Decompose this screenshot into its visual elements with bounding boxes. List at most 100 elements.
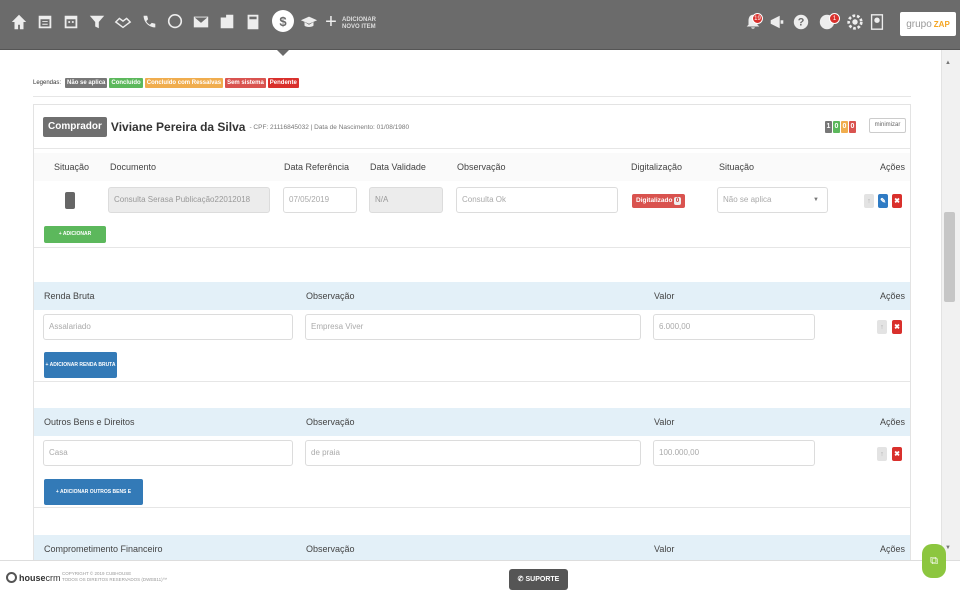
col-observacao: Observação [457, 162, 506, 172]
asset-observation-field[interactable]: de praia [305, 440, 641, 466]
handshake-icon[interactable] [112, 11, 134, 33]
scrollbar-track[interactable] [941, 50, 960, 560]
help-icon[interactable]: ? [790, 11, 812, 33]
reference-date-field[interactable]: 07/05/2019 [283, 187, 357, 213]
assets-divider [34, 507, 910, 508]
legend-pending: Pendente [267, 78, 299, 88]
scroll-up-arrow[interactable]: ▲ [945, 60, 951, 66]
company-logo: grupo ZAP [900, 12, 956, 36]
income-type-field[interactable]: Assalariado [43, 314, 293, 340]
finance-dollar-icon[interactable]: $ [272, 10, 294, 32]
graduation-cap-icon[interactable] [298, 11, 320, 33]
income-observation-field[interactable]: Empresa Viver [305, 314, 641, 340]
buyer-name: Viviane Pereira da Silva [110, 120, 246, 134]
megaphone-icon[interactable] [766, 11, 788, 33]
legend-label: Legendas: [33, 80, 62, 86]
status-legend: Legendas: Não se aplica Concluído Conclu… [33, 78, 299, 88]
legend-no-system: Sem sistema [225, 78, 266, 88]
asset-value-field[interactable]: 100.000,00 [653, 440, 815, 466]
col-situacao-select: Situação [719, 162, 755, 172]
documents-divider [34, 247, 910, 248]
col-observacao: Observação [306, 291, 355, 301]
top-navigation-bar: $ + ADICIONAR NOVO ITEM 19 ? 1 grupo ZAP [0, 0, 960, 56]
add-income-button[interactable]: + ADICIONAR RENDA BRUTA [44, 352, 117, 378]
gear-icon[interactable] [844, 11, 866, 33]
add-new-item-icon[interactable]: + [320, 11, 342, 33]
commitment-table-header: Comprometimento Financeiro Observação Va… [34, 535, 910, 563]
housecrm-logo: house crm [6, 572, 61, 583]
asset-type-field[interactable]: Casa [43, 440, 293, 466]
col-acoes: Ações [880, 544, 906, 554]
legend-concluded-with-caveats: Concluído com Ressalvas [144, 78, 224, 88]
add-document-button[interactable]: + ADICIONAR DOCUMENTO [44, 226, 106, 254]
legend-divider [33, 96, 911, 97]
legend-not-applicable: Não se aplica [65, 78, 108, 88]
buyer-divider [34, 148, 910, 149]
col-acoes: Ações [880, 417, 906, 427]
active-nav-caret [277, 50, 289, 56]
svg-text:?: ? [798, 17, 805, 29]
col-valor: Valor [654, 417, 675, 427]
col-renda-bruta: Renda Bruta [44, 291, 95, 301]
phone-icon[interactable] [138, 11, 160, 33]
copyright-text: COPYRIGHT © 2019 CUBHOUSE TODOS OS DIREIT… [62, 571, 168, 582]
counter-no-system: 0 [849, 121, 856, 133]
col-comprometimento: Comprometimento Financeiro [44, 544, 163, 554]
counter-not-applicable: 1 [825, 121, 832, 133]
col-data-validade: Data Validade [370, 162, 426, 172]
add-new-item-label[interactable]: ADICIONAR NOVO ITEM [342, 17, 376, 31]
validity-date-field[interactable]: N/A [369, 187, 443, 213]
user-avatar-icon[interactable] [866, 11, 888, 33]
document-observation-field[interactable]: Consulta Ok [456, 187, 618, 213]
support-button[interactable]: ✆ SUPORTE [509, 569, 568, 590]
col-valor: Valor [654, 291, 675, 301]
delete-icon[interactable]: ✖ [892, 447, 902, 461]
counter-concluded: 0 [833, 121, 840, 133]
calendar-list-icon[interactable] [34, 11, 56, 33]
col-valor: Valor [654, 544, 675, 554]
col-observacao: Observação [306, 417, 355, 427]
buyer-details: - CPF: 21116845032 | Data de Nascimento:… [249, 123, 410, 131]
col-outros-bens: Outros Bens e Direitos [44, 417, 135, 427]
edit-icon[interactable]: ✎ [878, 194, 888, 208]
filter-icon[interactable] [86, 11, 108, 33]
delete-icon[interactable]: ✖ [892, 194, 902, 208]
mail-icon[interactable] [190, 11, 212, 33]
income-table-header: Renda Bruta Observação Valor Ações [34, 282, 910, 310]
chevron-down-icon: ▼ [813, 197, 819, 203]
scrollbar-thumb[interactable] [944, 212, 955, 302]
calculator-icon[interactable] [242, 11, 264, 33]
buyer-role-tag: Comprador [43, 117, 107, 137]
document-name-field[interactable]: Consulta Serasa Publicação22012018 [108, 187, 270, 213]
add-assets-button[interactable]: + ADICIONAR OUTROS BENS E DIREITOS [44, 479, 143, 521]
upload-icon[interactable]: ↑ [864, 194, 874, 208]
buyer-header: Comprador Viviane Pereira da Silva - CPF… [43, 117, 409, 137]
calendar-icon[interactable] [60, 11, 82, 33]
legend-concluded: Concluído [109, 78, 143, 88]
home-icon[interactable] [8, 11, 30, 33]
delete-icon[interactable]: ✖ [892, 320, 902, 334]
building-icon[interactable] [216, 11, 238, 33]
col-acoes: Ações [880, 291, 906, 301]
income-divider [34, 381, 910, 382]
digitalized-count: 0 [674, 197, 681, 205]
col-observacao: Observação [306, 544, 355, 554]
col-documento: Documento [110, 162, 157, 172]
house-logo-icon [6, 572, 17, 583]
situation-select[interactable]: Não se aplica ▼ [717, 187, 828, 213]
upload-icon[interactable]: ↑ [877, 320, 887, 334]
income-value-field[interactable]: 6.000,00 [653, 314, 815, 340]
counter-caveats: 0 [841, 121, 848, 133]
notification-badge: 19 [752, 13, 763, 24]
documents-table-header: Situação Documento Data Referência Data … [34, 153, 910, 181]
scroll-down-arrow[interactable]: ▼ [945, 545, 951, 551]
upload-icon[interactable]: ↑ [877, 447, 887, 461]
digitalized-badge[interactable]: 0 Digitalizado [632, 194, 685, 208]
status-counters: 1 0 0 0 [825, 121, 856, 133]
chat-icon[interactable] [164, 11, 186, 33]
col-acoes: Ações [880, 162, 906, 172]
col-data-referencia: Data Referência [284, 162, 350, 172]
minimize-button[interactable]: minimizar [869, 118, 906, 133]
col-situacao: Situação [54, 162, 90, 172]
floating-chat-icon[interactable]: ⧉ [922, 544, 946, 578]
